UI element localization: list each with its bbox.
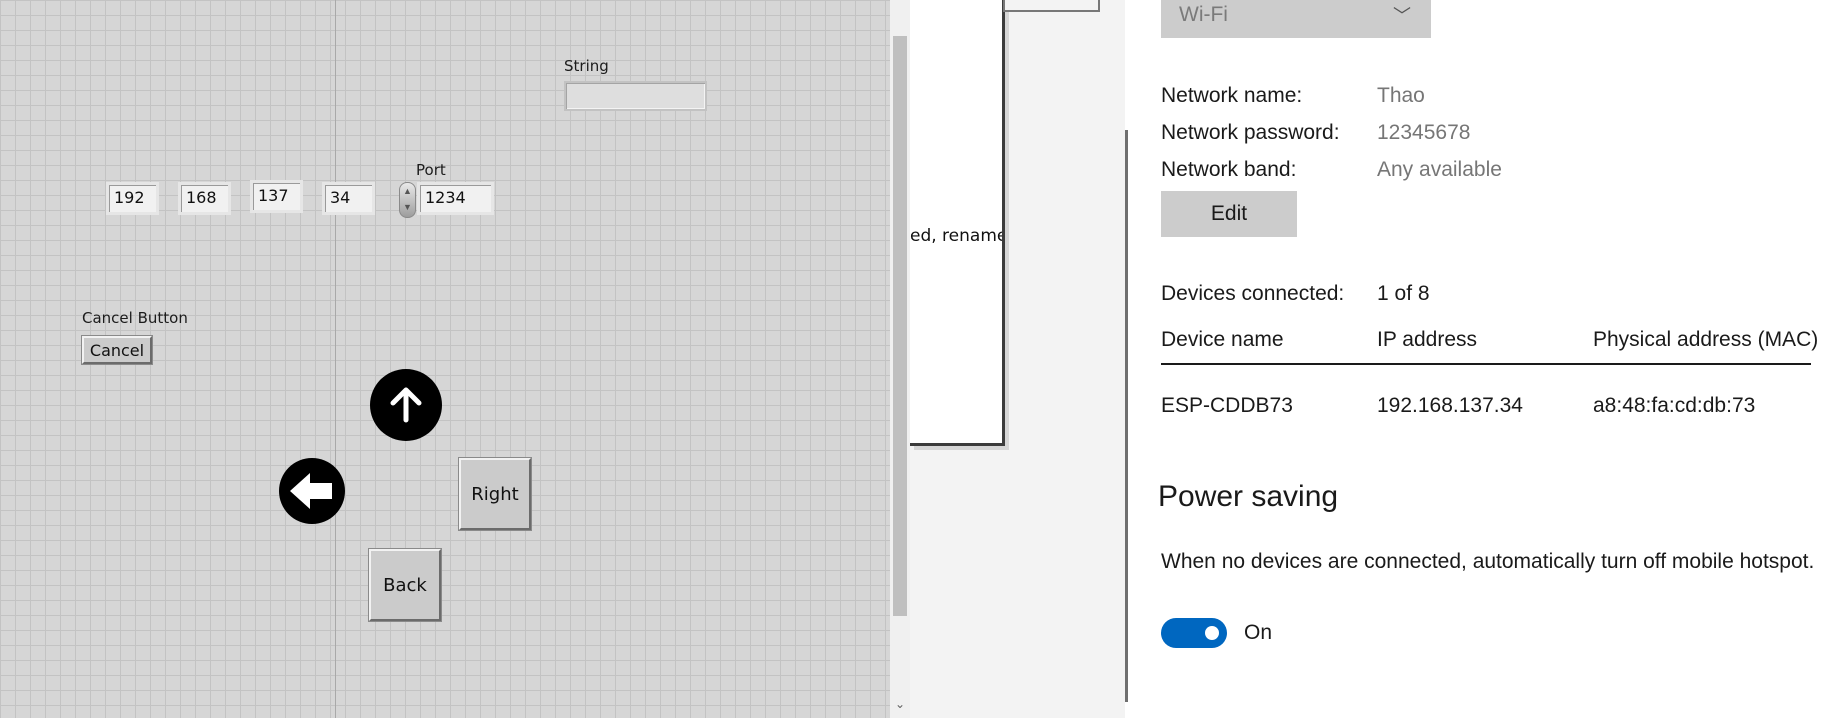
chevron-down-icon: ﹀ [1393,6,1411,26]
scrollbar-thumb[interactable] [893,36,907,616]
panel-divider [1125,130,1128,702]
arrow-up-icon [390,387,422,423]
power-saving-heading: Power saving [1158,480,1339,513]
power-saving-toggle[interactable] [1161,618,1227,648]
edit-button[interactable]: Edit [1161,191,1297,237]
back-button[interactable]: Back [368,548,442,622]
device-mac-cell: a8:48:fa:cd:db:73 [1593,394,1756,417]
port-label: Port [416,161,446,179]
labview-front-panel: String Port 192 168 137 34 ▲ ▼ 1234 Cance… [0,0,890,718]
grid-divider [335,0,336,718]
network-band-label: Network band: [1161,158,1297,181]
devices-connected-label: Devices connected: [1161,282,1345,305]
chevron-down-icon[interactable]: ⌄ [893,697,907,711]
string-indicator[interactable] [564,81,707,111]
device-ip-cell: 192.168.137.34 [1377,394,1523,417]
ip-octet-3[interactable]: 137 [250,180,303,213]
toggle-knob [1205,626,1219,640]
mobile-hotspot-settings: Wi-Fi ﹀ Network name: Thao Network passw… [1125,0,1834,718]
ip-octet-2[interactable]: 168 [178,182,231,215]
power-saving-description: When no devices are connected, automatic… [1161,550,1815,573]
window-tab-edge [1003,0,1100,12]
column-header-mac: Physical address (MAC) [1593,328,1819,351]
string-label: String [564,57,609,75]
ip-octet-1[interactable]: 192 [106,182,159,215]
dialog-window-edge: ed, rename [910,0,1005,446]
ip-octet-4[interactable]: 34 [322,182,375,215]
devices-connected-value: 1 of 8 [1377,282,1430,305]
column-header-ip-address: IP address [1377,328,1478,351]
port-field[interactable]: 1234 [417,182,494,215]
dialog-clipped-text: ed, rename [910,226,1005,246]
left-button[interactable] [279,458,345,524]
network-name-label: Network name: [1161,84,1303,107]
network-name-value: Thao [1377,84,1425,107]
network-band-value: Any available [1377,158,1502,181]
arrow-left-icon [290,473,332,509]
network-password-value: 12345678 [1377,121,1471,144]
network-password-label: Network password: [1161,121,1340,144]
cancel-button[interactable]: Cancel [81,335,153,365]
toggle-state-label: On [1244,621,1273,644]
vertical-scrollbar[interactable]: ⌄ [890,0,910,718]
port-increment-decrement[interactable]: ▲ ▼ [399,182,416,218]
right-button[interactable]: Right [458,457,532,531]
up-button[interactable] [370,369,442,441]
network-type-dropdown[interactable]: Wi-Fi ﹀ [1161,0,1431,38]
column-header-device-name: Device name [1161,328,1284,351]
cancel-button-label: Cancel Button [82,309,188,327]
table-header-rule [1161,363,1811,365]
device-name-cell: ESP-CDDB73 [1161,394,1293,417]
network-type-value: Wi-Fi [1179,3,1228,26]
